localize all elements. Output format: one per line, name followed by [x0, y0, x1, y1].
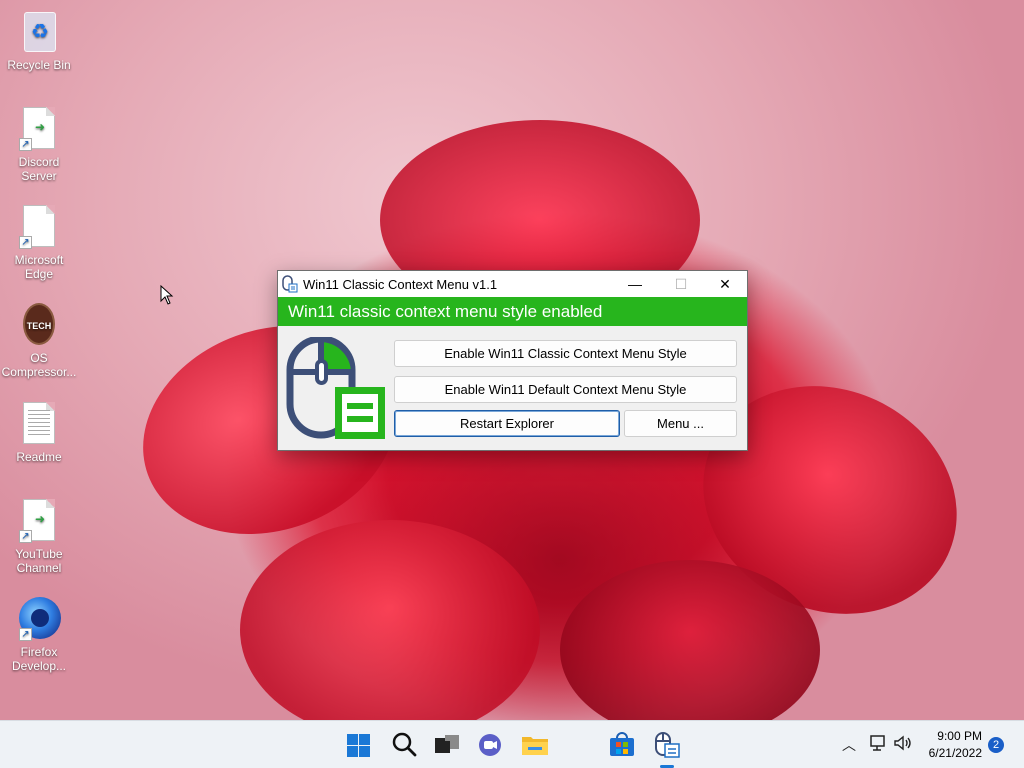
- store-icon[interactable]: [606, 729, 638, 761]
- taskbar: ︿ 9:00 PM 6/21/2022 2: [0, 720, 1024, 768]
- search-icon[interactable]: [389, 729, 421, 761]
- context-menu-app-icon[interactable]: [650, 729, 682, 761]
- desktop-icon-label: Firefox Develop...: [11, 645, 67, 673]
- shortcut-arrow-icon: ↗: [19, 628, 32, 641]
- chat-icon[interactable]: [474, 729, 506, 761]
- window-title: Win11 Classic Context Menu v1.1: [303, 277, 498, 292]
- desktop-icon-firefox-developer[interactable]: ↗ Firefox Develop...: [1, 597, 77, 673]
- desktop-icon-label: Discord Server: [18, 155, 60, 183]
- desktop-icon-microsoft-edge[interactable]: ↗ Microsoft Edge: [1, 205, 77, 281]
- start-icon[interactable]: [345, 729, 377, 761]
- file-explorer-icon[interactable]: [519, 729, 551, 761]
- shortcut-arrow-icon: ↗: [19, 530, 32, 543]
- green-arrow-icon: ➜: [34, 120, 46, 134]
- restart-explorer-button[interactable]: Restart Explorer: [394, 410, 620, 437]
- title-bar[interactable]: Win11 Classic Context Menu v1.1 — ☐ ✕: [278, 271, 747, 297]
- tech-badge-icon: TECH: [23, 303, 55, 345]
- wallpaper-petal: [240, 520, 540, 720]
- desktop-icon-label: Recycle Bin: [7, 58, 71, 72]
- desktop-icon-recycle-bin[interactable]: ♻ Recycle Bin: [1, 10, 77, 72]
- shortcut-arrow-icon: ↗: [19, 236, 32, 249]
- context-menu-dialog: Win11 Classic Context Menu v1.1 — ☐ ✕ Wi…: [277, 270, 748, 451]
- volume-icon[interactable]: [893, 734, 913, 752]
- chevron-up-icon[interactable]: ︿: [842, 735, 856, 755]
- clock-time[interactable]: 9:00 PM: [920, 729, 982, 743]
- network-icon[interactable]: [869, 734, 887, 752]
- menu-button[interactable]: Menu ...: [624, 410, 737, 437]
- clock-date[interactable]: 6/21/2022: [920, 746, 982, 760]
- desktop-icon-youtube-channel[interactable]: ➜ ↗ YouTube Channel: [1, 499, 77, 575]
- app-mouse-icon: [282, 275, 298, 293]
- desktop-icon-label: Readme: [16, 450, 62, 464]
- maximize-button[interactable]: ☐: [658, 271, 704, 297]
- text-lines: [28, 410, 50, 436]
- desktop-icon-os-compressor[interactable]: TECH OS Compressor...: [1, 303, 77, 379]
- green-arrow-icon: ➜: [34, 512, 46, 526]
- enable-classic-menu-button[interactable]: Enable Win11 Classic Context Menu Style: [394, 340, 737, 367]
- desktop-icon-readme[interactable]: Readme: [1, 402, 77, 464]
- enable-default-menu-button[interactable]: Enable Win11 Default Context Menu Style: [394, 376, 737, 403]
- desktop-icon-discord-server[interactable]: ➜ ↗ Discord Server: [1, 107, 77, 183]
- status-banner: Win11 classic context menu style enabled: [278, 297, 747, 326]
- mouse-logo-icon: [286, 337, 385, 439]
- desktop-icon-label: OS Compressor...: [1, 351, 77, 379]
- desktop-icon-label: YouTube Channel: [15, 547, 63, 575]
- recycle-bin-icon: ♻: [24, 12, 56, 52]
- desktop-icon-label: Microsoft Edge: [14, 253, 64, 281]
- desktop: ♻ Recycle Bin ➜ ↗ Discord Server ↗ Micro…: [0, 0, 1024, 720]
- close-button[interactable]: ✕: [702, 271, 748, 297]
- minimize-button[interactable]: —: [612, 271, 658, 297]
- mouse-cursor-icon: [160, 285, 174, 305]
- shortcut-arrow-icon: ↗: [19, 138, 32, 151]
- notification-badge[interactable]: 2: [988, 737, 1004, 753]
- task-view-icon[interactable]: [431, 729, 463, 761]
